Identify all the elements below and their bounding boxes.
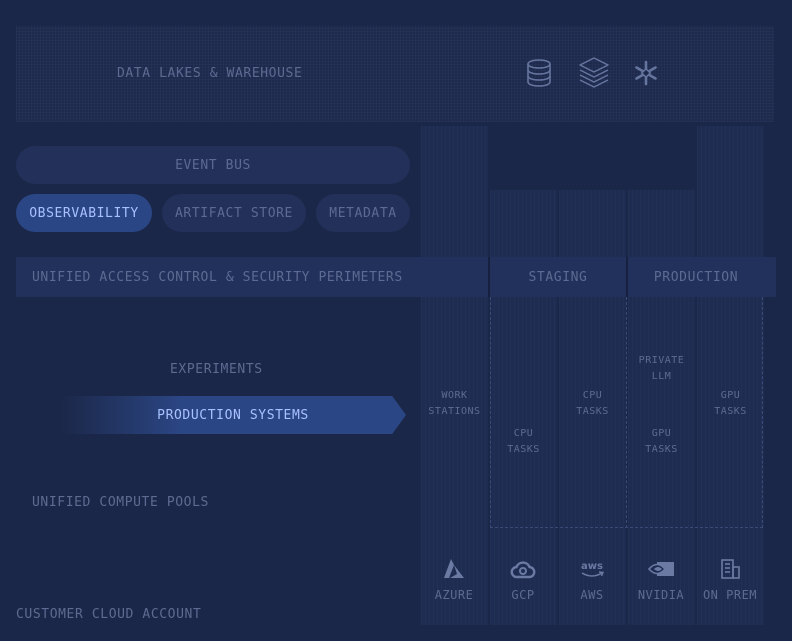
azure-icon [444, 559, 464, 578]
observability-pill[interactable]: OBSERVABILITY [16, 194, 152, 232]
staging-label: STAGING [528, 270, 588, 285]
experiments-label: EXPERIMENTS [170, 362, 263, 377]
artifact-store-pill[interactable]: ARTIFACT STORE [162, 194, 306, 232]
onprem-gpu-task: GPU TASKS [714, 390, 747, 417]
provider-label: GCP [511, 588, 535, 602]
layers-stack-icon [579, 57, 609, 88]
svg-text:aws: aws [581, 561, 603, 572]
gcp-cloud-icon [510, 561, 536, 579]
provider-nvidia[interactable]: NVIDIA [628, 558, 694, 602]
work-stations-task: WORK STATIONS [428, 390, 481, 417]
customer-account-label: CUSTOMER CLOUD ACCOUNT [16, 607, 202, 622]
production-systems-label: PRODUCTION SYSTEMS [157, 407, 309, 423]
aws-cpu-task: CPU TASKS [576, 390, 609, 417]
database-icon [527, 59, 551, 87]
event-bus: EVENT BUS [16, 146, 410, 184]
aws-icon: aws [581, 561, 605, 577]
environment-divider [626, 297, 627, 528]
provider-label: NVIDIA [637, 588, 685, 602]
provider-azure[interactable]: AZURE [421, 558, 487, 602]
gcp-cpu-task: CPU TASKS [507, 428, 540, 455]
azure-column [421, 126, 488, 625]
provider-gcp[interactable]: GCP [490, 558, 556, 602]
metadata-pill[interactable]: METADATA [316, 194, 410, 232]
provider-label: ON PREM [702, 588, 758, 602]
provider-label: AWS [580, 588, 604, 602]
provider-onprem[interactable]: ON PREM [697, 558, 763, 602]
nvidia-eye-icon [647, 562, 674, 576]
snowflake-icon [635, 60, 657, 86]
provider-aws[interactable]: aws AWS [559, 558, 625, 602]
production-systems-arrow[interactable]: PRODUCTION SYSTEMS [60, 396, 406, 434]
private-llm-task: PRIVATE LLM [638, 355, 685, 382]
nvidia-gpu-task: GPU TASKS [645, 428, 678, 455]
building-icon [721, 559, 740, 579]
production-label: PRODUCTION [653, 270, 739, 285]
data-lakes-label: DATA LAKES & WAREHOUSE [117, 66, 303, 81]
provider-label: AZURE [434, 588, 474, 602]
compute-pools-label: UNIFIED COMPUTE POOLS [32, 495, 209, 510]
security-band-label: UNIFIED ACCESS CONTROL & SECURITY PERIME… [32, 270, 403, 285]
